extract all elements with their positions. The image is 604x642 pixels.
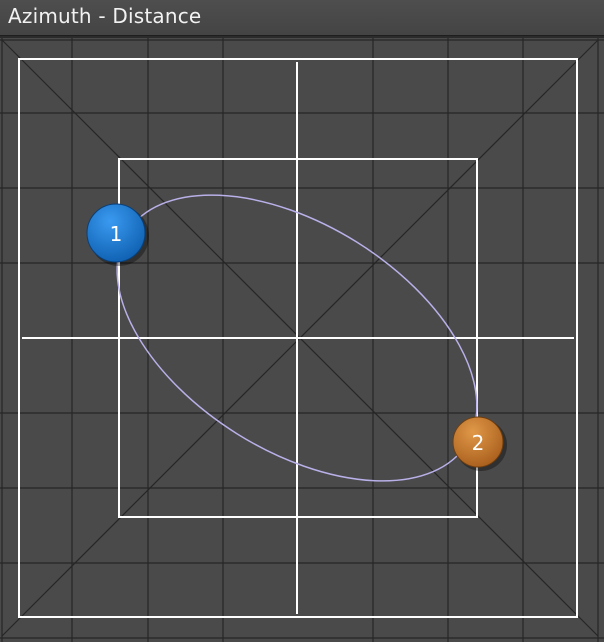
point-2-label: 2 — [472, 431, 485, 455]
pad-canvas[interactable]: 1 2 — [0, 38, 604, 642]
title-bar: Azimuth - Distance — [0, 0, 604, 36]
point-1-label: 1 — [110, 222, 123, 246]
panel-title: Azimuth - Distance — [8, 4, 202, 28]
azimuth-distance-pad[interactable]: 1 2 — [0, 38, 604, 642]
azimuth-distance-panel: Azimuth - Distance 1 2 — [0, 0, 604, 642]
